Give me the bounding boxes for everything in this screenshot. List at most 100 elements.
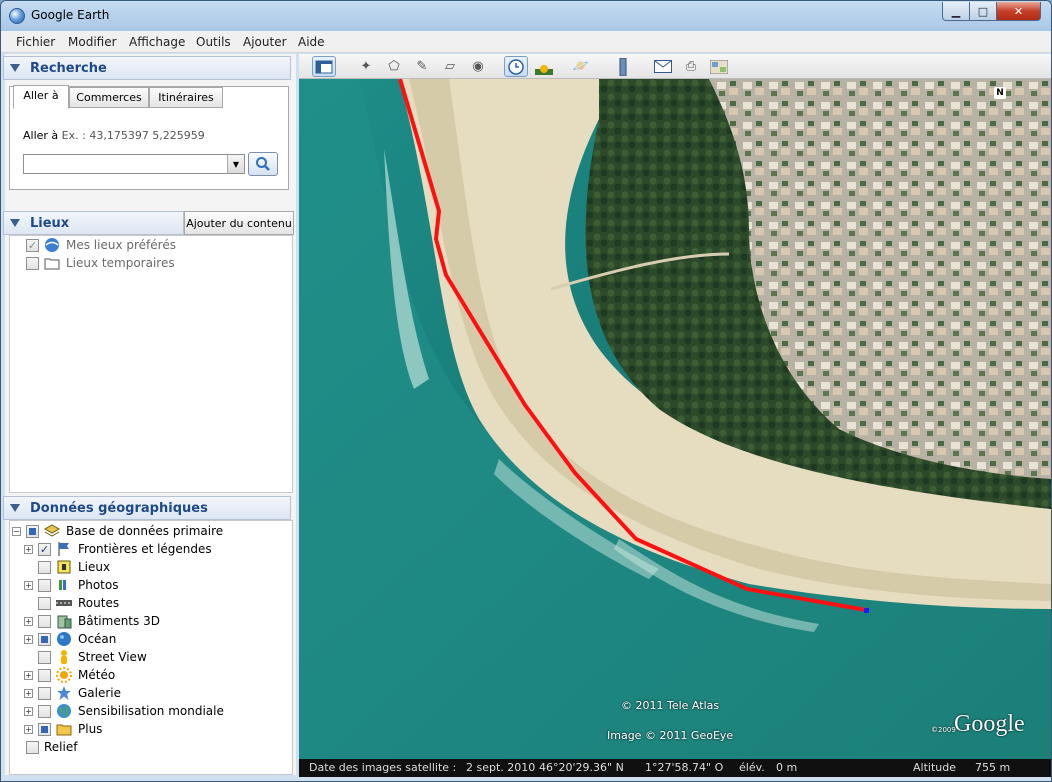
print-icon: ⎙ xyxy=(685,59,697,74)
checkbox[interactable] xyxy=(38,614,51,628)
maximize-button[interactable]: □ xyxy=(969,2,997,21)
menu-affichage[interactable]: Affichage xyxy=(129,35,185,49)
ruler-icon xyxy=(619,57,627,76)
add-overlay-button[interactable]: ▱ xyxy=(438,56,462,77)
expand-icon[interactable]: + xyxy=(24,706,33,716)
checkbox[interactable] xyxy=(38,632,51,646)
checkbox[interactable] xyxy=(38,686,51,700)
checkbox[interactable] xyxy=(38,704,51,718)
places-item[interactable]: ✓ Mes lieux préférés xyxy=(26,236,176,254)
search-button[interactable] xyxy=(248,152,278,176)
menu-ajouter[interactable]: Ajouter xyxy=(243,35,287,49)
ocean-icon xyxy=(57,632,71,646)
menu-modifier[interactable]: Modifier xyxy=(68,35,117,49)
search-panel-header[interactable]: Recherche xyxy=(3,56,291,80)
expand-icon[interactable]: + xyxy=(24,580,33,590)
layer-item-météo[interactable]: + Météo xyxy=(24,666,115,684)
place-icon xyxy=(57,560,71,574)
layer-item-océan[interactable]: + Océan xyxy=(24,630,116,648)
navigation-controls[interactable]: N xyxy=(992,87,1042,143)
email-button[interactable] xyxy=(651,56,675,77)
minimize-button[interactable]: ▁ xyxy=(942,2,970,21)
map-icon xyxy=(710,59,728,74)
layer-item-relief[interactable]: Relief xyxy=(26,738,77,756)
layer-root[interactable]: − Base de données primaire xyxy=(12,522,223,540)
checkbox[interactable] xyxy=(38,596,51,610)
checkbox[interactable] xyxy=(38,668,51,682)
globe-icon xyxy=(45,238,59,252)
sidebar-toggle-button[interactable] xyxy=(312,56,336,77)
credit-tele-atlas: © 2011 Tele Atlas xyxy=(621,699,720,712)
checkbox[interactable] xyxy=(38,578,51,592)
app-window: Google Earth ▁ □ ✕ Fichier Modifier Affi… xyxy=(0,0,1052,782)
layer-item-sensibilisation-mondiale[interactable]: + Sensibilisation mondiale xyxy=(24,702,224,720)
layer-item-plus[interactable]: + Plus xyxy=(24,720,102,738)
sunlight-button[interactable] xyxy=(532,56,556,77)
layers-tree: − Base de données primaire + ✓ Frontières … xyxy=(9,520,293,775)
expand-icon[interactable]: + xyxy=(24,634,33,644)
layer-item-label: Océan xyxy=(78,632,117,646)
view-in-maps-button[interactable] xyxy=(707,56,731,77)
expand-icon[interactable]: + xyxy=(24,688,33,698)
expand-icon[interactable]: + xyxy=(24,616,33,626)
checkbox[interactable] xyxy=(26,524,39,538)
pegman-icon xyxy=(61,650,67,664)
layer-item-bâtiments-3d[interactable]: + Bâtiments 3D xyxy=(24,612,160,630)
historical-imagery-button[interactable] xyxy=(504,56,528,77)
places-tree: ✓ Mes lieux préférés Lieux temporaires xyxy=(9,235,293,493)
checkbox[interactable] xyxy=(26,256,39,270)
close-button[interactable]: ✕ xyxy=(996,2,1041,21)
layer-item-label: Relief xyxy=(44,740,78,754)
title-bar[interactable]: Google Earth ▁ □ ✕ xyxy=(1,1,1051,31)
tab-itineraires[interactable]: Itinéraires xyxy=(149,87,223,108)
expand-icon[interactable]: + xyxy=(24,724,33,734)
add-content-button[interactable]: Ajouter du contenu xyxy=(184,211,294,235)
places-item[interactable]: Lieux temporaires xyxy=(26,254,175,272)
collapse-icon[interactable]: − xyxy=(12,526,21,536)
dropdown-arrow-icon[interactable]: ▼ xyxy=(227,155,244,173)
north-indicator[interactable]: N xyxy=(994,87,1006,99)
add-placemark-button[interactable]: ✦ xyxy=(354,56,378,77)
menu-outils[interactable]: Outils xyxy=(196,35,231,49)
expand-icon[interactable]: + xyxy=(24,670,33,680)
expand-icon[interactable]: + xyxy=(24,544,33,554)
places-panel-header[interactable]: Lieux xyxy=(3,211,184,235)
search-input[interactable] xyxy=(23,154,245,174)
ruler-button[interactable] xyxy=(611,56,635,77)
collapse-triangle-icon[interactable] xyxy=(10,504,20,512)
checkbox[interactable]: ✓ xyxy=(38,542,51,556)
layers-icon xyxy=(44,524,60,537)
tab-aller-a[interactable]: Aller à xyxy=(13,85,69,109)
layers-panel-header[interactable]: Données géographiques xyxy=(3,496,291,520)
layer-item-street-view[interactable]: Street View xyxy=(24,648,147,666)
search-hint: Aller à Ex. : 43,175397 5,225959 xyxy=(23,129,205,142)
map-view[interactable]: N © 2011 Tele Atlas Image © 2011 GeoEye … xyxy=(299,79,1051,759)
layer-item-photos[interactable]: + Photos xyxy=(24,576,118,594)
layer-item-frontières-et-légendes[interactable]: + ✓ Frontières et légendes xyxy=(24,540,212,558)
building-icon xyxy=(57,615,72,629)
layer-item-lieux[interactable]: Lieux xyxy=(24,558,110,576)
checkbox[interactable]: ✓ xyxy=(26,238,39,252)
checkbox[interactable] xyxy=(38,722,51,736)
record-tour-button[interactable]: ◉ xyxy=(466,56,490,77)
credit-geoeye: Image © 2011 GeoEye xyxy=(607,729,734,742)
hint-label: Aller à xyxy=(23,129,59,142)
checkbox[interactable] xyxy=(38,650,51,664)
menu-bar: Fichier Modifier Affichage Outils Ajoute… xyxy=(1,31,1051,53)
collapse-triangle-icon[interactable] xyxy=(10,64,20,72)
menu-fichier[interactable]: Fichier xyxy=(16,35,55,49)
layers-panel-title: Données géographiques xyxy=(30,501,208,516)
add-polygon-button[interactable]: ⬠ xyxy=(382,56,406,77)
layer-item-routes[interactable]: Routes xyxy=(24,594,119,612)
layer-item-label: Plus xyxy=(78,722,103,736)
path-overlay[interactable] xyxy=(299,79,1051,759)
checkbox[interactable] xyxy=(26,740,39,754)
collapse-triangle-icon[interactable] xyxy=(10,219,20,227)
add-path-button[interactable]: ✎ xyxy=(410,56,434,77)
tab-commerces[interactable]: Commerces xyxy=(69,87,149,108)
menu-aide[interactable]: Aide xyxy=(298,35,325,49)
planet-switch-button[interactable]: 🪐 xyxy=(569,56,593,77)
layer-item-galerie[interactable]: + Galerie xyxy=(24,684,121,702)
checkbox[interactable] xyxy=(38,560,51,574)
print-button[interactable]: ⎙ xyxy=(679,56,703,77)
